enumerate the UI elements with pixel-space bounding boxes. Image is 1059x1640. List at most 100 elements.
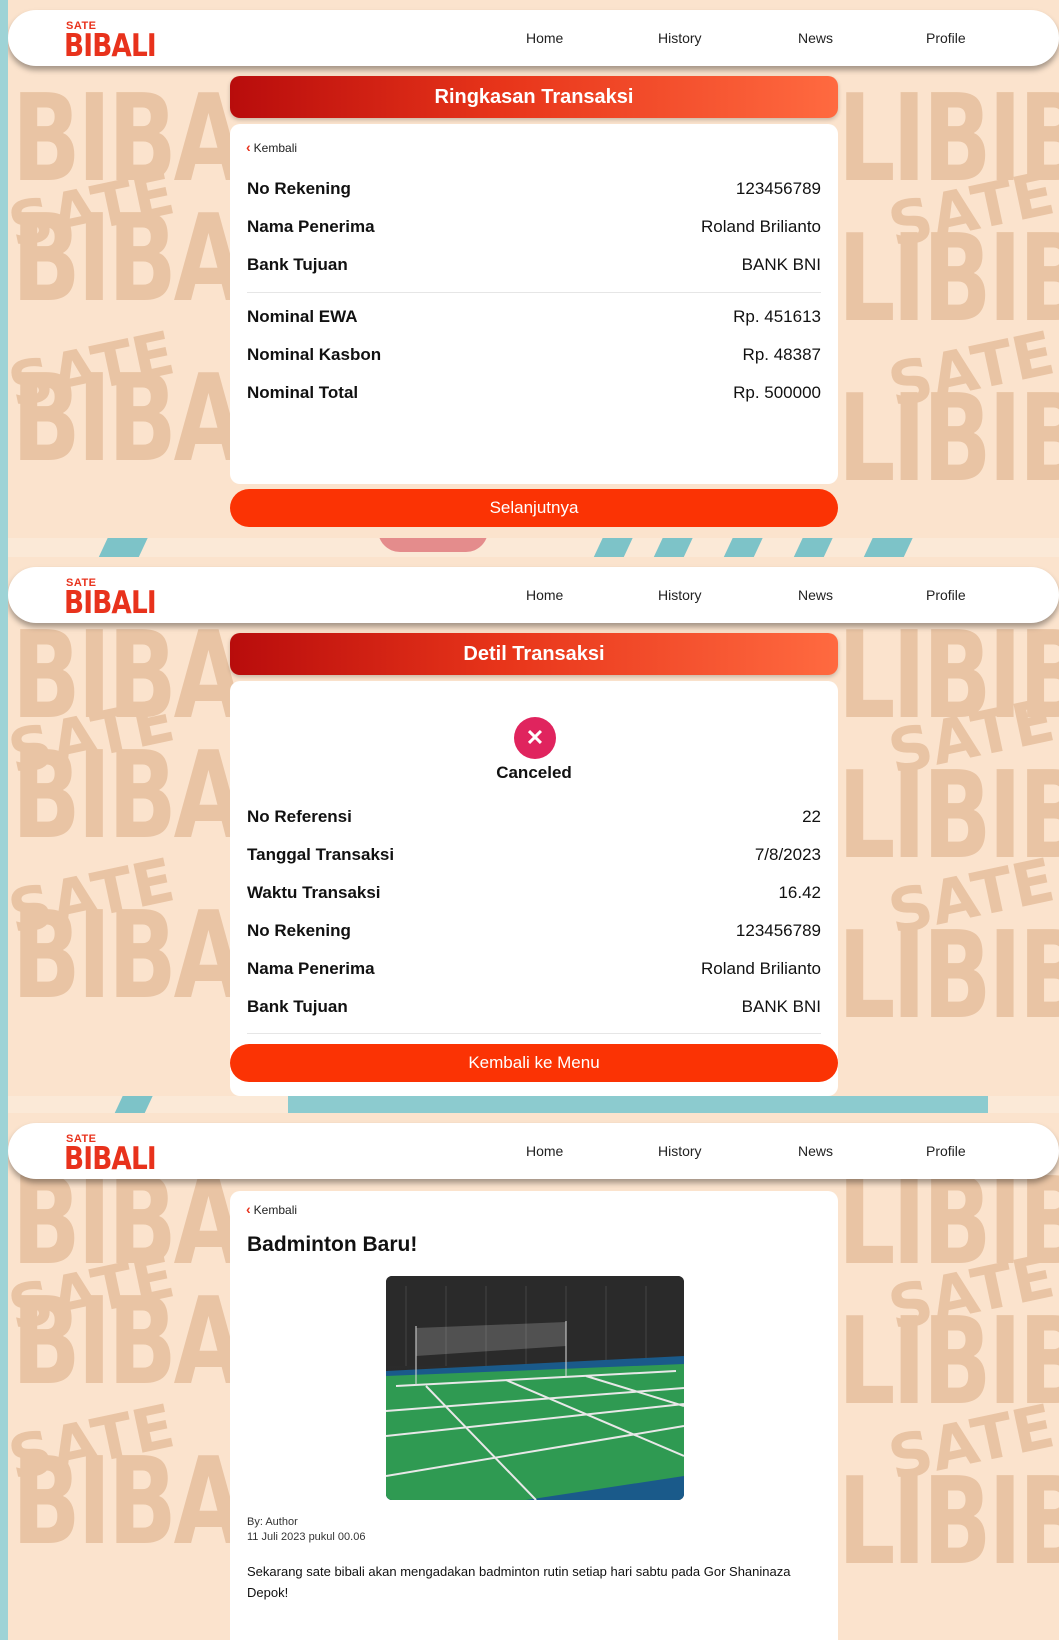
watermark: LIBIB bbox=[838, 607, 1059, 746]
nav-news[interactable]: News bbox=[798, 1143, 833, 1159]
navbar: SATE BIBALI Home History News Profile bbox=[8, 567, 1059, 623]
status-text: Canceled bbox=[496, 763, 572, 782]
watermark: LIBIB bbox=[838, 1293, 1059, 1432]
watermark: LIBIB bbox=[838, 1153, 1059, 1292]
summary-screen: BIBA SATE BIBA SATE BIBA LIBIB SATE LIBI… bbox=[8, 0, 1059, 538]
logo-bibali: BIBALI bbox=[64, 585, 157, 621]
nav-news[interactable]: News bbox=[798, 30, 833, 46]
row-value: BANK BNI bbox=[741, 255, 821, 274]
chevron-left-icon: ‹ bbox=[246, 1201, 251, 1217]
chevron-left-icon: ‹ bbox=[246, 139, 251, 155]
next-button[interactable]: Selanjutnya bbox=[230, 489, 838, 527]
nav-news[interactable]: News bbox=[798, 587, 833, 603]
watermark: BIBA bbox=[12, 1153, 243, 1292]
watermark: LIBIB bbox=[838, 370, 1059, 509]
watermark: LIBIB bbox=[838, 70, 1059, 209]
row-label: Nama Penerima bbox=[247, 217, 375, 236]
detail-row: No Rekening 123456789 bbox=[247, 179, 821, 201]
badminton-court-image bbox=[386, 1276, 684, 1500]
x-icon: ✕ bbox=[514, 717, 556, 759]
row-value: 16.42 bbox=[778, 883, 821, 902]
nav-profile[interactable]: Profile bbox=[926, 1143, 966, 1159]
news-date: 11 Juli 2023 pukul 00.06 bbox=[247, 1531, 366, 1543]
divider bbox=[247, 1033, 821, 1034]
row-label: Bank Tujuan bbox=[247, 997, 348, 1016]
screen-separator bbox=[8, 1096, 1059, 1113]
watermark: SATE bbox=[882, 318, 1059, 422]
row-value: 7/8/2023 bbox=[754, 845, 821, 864]
watermark: LIBIB bbox=[838, 907, 1059, 1046]
watermark: SATE bbox=[8, 318, 181, 422]
navbar: SATE BIBALI Home History News Profile bbox=[8, 10, 1059, 66]
row-label: Waktu Transaksi bbox=[247, 883, 381, 902]
nav-home[interactable]: Home bbox=[526, 1143, 563, 1159]
navbar: SATE BIBALI Home History News Profile bbox=[8, 1123, 1059, 1179]
news-image bbox=[386, 1276, 684, 1500]
row-label: Tanggal Transaksi bbox=[247, 845, 395, 864]
logo-bibali: BIBALI bbox=[64, 28, 157, 64]
left-edge bbox=[0, 0, 8, 1640]
detail-card: ✕ Canceled No Referensi 22 Tanggal Transa… bbox=[230, 681, 838, 1096]
detail-row: Waktu Transaksi 16.42 bbox=[247, 883, 821, 905]
watermark: SATE bbox=[8, 158, 181, 262]
watermark: SATE bbox=[882, 1391, 1059, 1495]
brand-logo[interactable]: SATE BIBALI bbox=[64, 20, 157, 64]
news-body: Sekarang sate bibali akan mengadakan bad… bbox=[247, 1564, 791, 1600]
detail-row: Nama Penerima Roland Brilianto bbox=[247, 959, 821, 981]
background-stripe bbox=[113, 1096, 153, 1113]
brand-logo[interactable]: SATE BIBALI bbox=[64, 1133, 157, 1177]
watermark: LIBIB bbox=[838, 210, 1059, 349]
back-to-menu-button[interactable]: Kembali ke Menu bbox=[230, 1044, 838, 1082]
nav-history[interactable]: History bbox=[658, 1143, 702, 1159]
nav-profile[interactable]: Profile bbox=[926, 587, 966, 603]
nav-home[interactable]: Home bbox=[526, 30, 563, 46]
detail-row: Nama Penerima Roland Brilianto bbox=[247, 217, 821, 239]
row-value: 123456789 bbox=[735, 921, 821, 940]
page-title: Ringkasan Transaksi bbox=[230, 76, 838, 118]
news-screen: BIBA SATE BIBA SATE BIBA LIBIB SATE LIBI… bbox=[8, 1113, 1059, 1640]
watermark: LIBIB bbox=[838, 1453, 1059, 1592]
detail-row: Bank Tujuan BANK BNI bbox=[247, 255, 821, 277]
watermark: LIBIB bbox=[838, 747, 1059, 886]
background-stripe bbox=[98, 538, 148, 557]
news-card: ‹ Kembali Badminton Baru! By: Author 11 … bbox=[230, 1191, 838, 1640]
detail-row: Tanggal Transaksi 7/8/2023 bbox=[247, 845, 821, 867]
nav-home[interactable]: Home bbox=[526, 587, 563, 603]
summary-card: ‹ Kembali No Rekening 123456789 Nama Pener… bbox=[230, 124, 838, 484]
watermark: BIBA bbox=[12, 1273, 243, 1412]
back-link[interactable]: ‹ Kembali bbox=[246, 1201, 297, 1217]
detail-screen: BIBA SATE BIBA SATE BIBA LIBIB SATE LIBI… bbox=[8, 557, 1059, 1096]
row-value: 22 bbox=[802, 807, 821, 826]
background-stripe bbox=[793, 538, 833, 557]
nav-history[interactable]: History bbox=[658, 30, 702, 46]
background-stripe bbox=[593, 538, 633, 557]
watermark: BIBA bbox=[12, 887, 243, 1026]
row-value: 123456789 bbox=[735, 179, 821, 198]
watermark: SATE bbox=[882, 845, 1059, 949]
detail-row: Bank Tujuan BANK BNI bbox=[247, 997, 821, 1019]
row-label: Bank Tujuan bbox=[247, 255, 348, 274]
page-title: Detil Transaksi bbox=[230, 633, 838, 675]
screen-separator bbox=[8, 538, 1059, 557]
news-author: By: Author bbox=[247, 1516, 298, 1528]
watermark: SATE bbox=[8, 1391, 181, 1495]
back-label: Kembali bbox=[253, 1203, 298, 1217]
watermark: BIBA bbox=[12, 607, 243, 746]
row-label: Nominal Total bbox=[247, 383, 359, 402]
row-label: Nominal EWA bbox=[247, 307, 358, 326]
detail-row: Nominal Total Rp. 500000 bbox=[247, 383, 821, 405]
row-label: No Rekening bbox=[247, 921, 351, 940]
detail-row: Nominal Kasbon Rp. 48387 bbox=[247, 345, 821, 367]
row-value: Rp. 451613 bbox=[733, 307, 821, 326]
row-value: Rp. 500000 bbox=[733, 383, 821, 402]
nav-profile[interactable]: Profile bbox=[926, 30, 966, 46]
watermark: BIBA bbox=[12, 70, 243, 209]
row-label: Nominal Kasbon bbox=[247, 345, 382, 364]
nav-history[interactable]: History bbox=[658, 587, 702, 603]
background-banner bbox=[288, 1096, 988, 1113]
background-shape bbox=[378, 538, 488, 552]
watermark: BIBA bbox=[12, 727, 243, 866]
back-link[interactable]: ‹ Kembali bbox=[246, 139, 297, 155]
row-value: Roland Brilianto bbox=[700, 959, 821, 978]
brand-logo[interactable]: SATE BIBALI bbox=[64, 577, 157, 621]
